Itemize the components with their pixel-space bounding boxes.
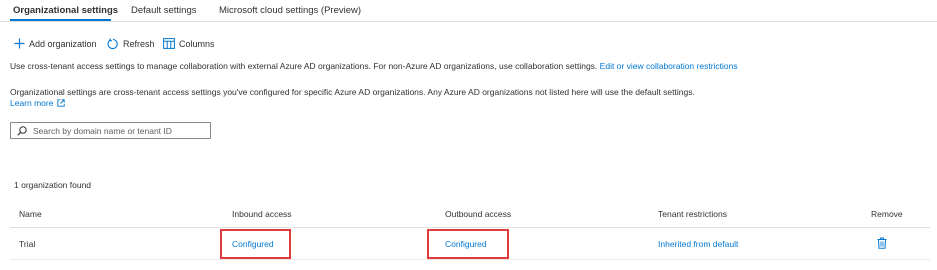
info-text: Organizational settings are cross-tenant… (10, 87, 695, 97)
result-count: 1 organization found (14, 180, 92, 190)
search-icon (17, 125, 27, 136)
column-header-tenant-restrictions: Tenant restrictions (658, 209, 727, 219)
column-header-outbound-access: Outbound access (445, 209, 512, 219)
outbound-highlight-box (427, 229, 509, 259)
tab-divider (0, 21, 937, 22)
add-organization-button[interactable]: Add organization (14, 38, 97, 49)
tab-default-settings[interactable]: Default settings (131, 5, 196, 16)
search-box[interactable] (10, 122, 211, 139)
remove-button[interactable] (877, 237, 887, 251)
refresh-button[interactable]: Refresh (107, 38, 155, 50)
inbound-highlight-box (220, 229, 291, 259)
table-row-divider (10, 259, 930, 260)
search-input[interactable] (33, 125, 203, 136)
columns-icon (163, 38, 175, 49)
tab-microsoft-cloud-settings[interactable]: Microsoft cloud settings (Preview) (219, 5, 361, 16)
add-organization-label: Add organization (29, 38, 97, 49)
columns-button[interactable]: Columns (163, 38, 215, 49)
tenant-restrictions-link[interactable]: Inherited from default (658, 239, 738, 249)
tab-bar: Organizational settings Default settings… (0, 0, 937, 22)
row-name: Trial (19, 239, 36, 249)
learn-more-link[interactable]: Learn more (10, 98, 53, 108)
edit-collaboration-restrictions-link[interactable]: Edit or view collaboration restrictions (600, 61, 738, 71)
plus-icon (14, 38, 25, 49)
tab-organizational-settings[interactable]: Organizational settings (13, 5, 118, 16)
table-header-divider (10, 227, 930, 228)
intro-line: Use cross-tenant access settings to mana… (10, 61, 738, 71)
trash-icon (877, 237, 887, 249)
columns-label: Columns (179, 38, 215, 49)
refresh-label: Refresh (123, 39, 155, 49)
intro-text: Use cross-tenant access settings to mana… (10, 61, 598, 71)
column-header-remove: Remove (871, 209, 903, 219)
refresh-icon (107, 38, 118, 50)
column-header-inbound-access: Inbound access (232, 209, 292, 219)
external-link-icon (57, 99, 66, 107)
column-header-name: Name (19, 209, 42, 219)
learn-more-link-row: Learn more (10, 98, 66, 108)
